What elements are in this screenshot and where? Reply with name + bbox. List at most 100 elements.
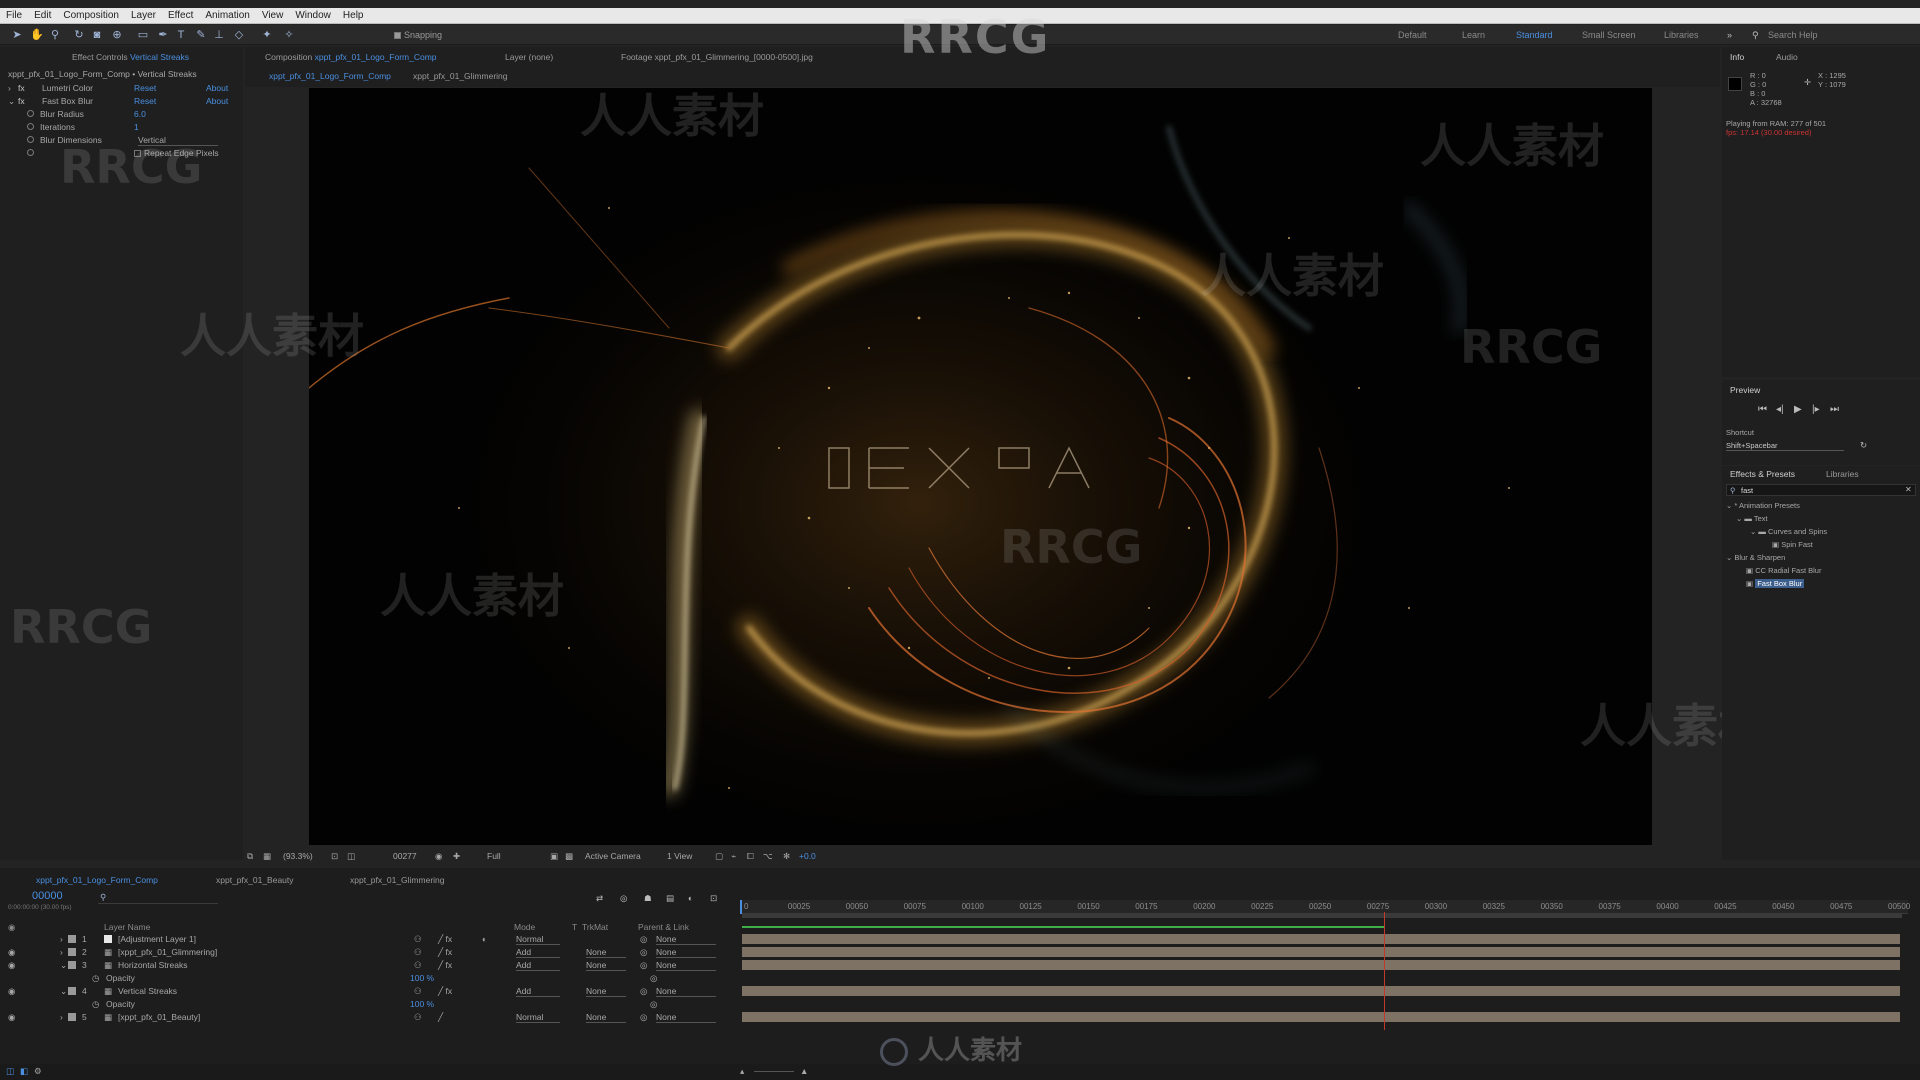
rectangle-tool-icon[interactable]: ▭: [136, 28, 150, 42]
layer-bar-4[interactable]: [742, 986, 1900, 996]
parent-dropdown[interactable]: None: [656, 934, 716, 945]
selection-tool-icon[interactable]: ➤: [10, 28, 24, 42]
menu-help[interactable]: Help: [337, 8, 370, 24]
view-layout-dropdown[interactable]: 1 View: [667, 851, 692, 861]
effects-search-input[interactable]: ⚲ fast ✕: [1726, 484, 1916, 496]
camera-view-dropdown[interactable]: Active Camera: [585, 851, 641, 861]
layer-tab[interactable]: Layer (none): [505, 52, 553, 62]
label-color-swatch[interactable]: [68, 987, 76, 995]
clone-stamp-tool-icon[interactable]: ⊥: [212, 28, 226, 42]
visibility-eye-icon[interactable]: ◉: [8, 947, 15, 958]
always-preview-icon[interactable]: ⧉: [247, 851, 253, 862]
breadcrumb-logo-form-comp[interactable]: xppt_pfx_01_Logo_Form_Comp: [269, 71, 391, 81]
visibility-eye-icon[interactable]: ◉: [8, 986, 15, 997]
eraser-tool-icon[interactable]: ◇: [232, 28, 246, 42]
search-help-input[interactable]: Search Help: [1768, 30, 1818, 40]
mode-dropdown[interactable]: Add: [516, 947, 560, 958]
first-frame-icon[interactable]: ⏮: [1758, 404, 1767, 415]
puppet-tool-icon[interactable]: ✧: [282, 28, 296, 42]
menu-animation[interactable]: Animation: [199, 8, 255, 24]
shy-switch-icon[interactable]: ⚇: [414, 986, 422, 997]
expand-arrow-icon[interactable]: ›: [60, 934, 63, 944]
fx-switch-icon[interactable]: ╱ fx: [438, 960, 452, 971]
menu-view[interactable]: View: [256, 8, 290, 24]
roto-brush-tool-icon[interactable]: ✦: [260, 28, 274, 42]
graph-editor-icon[interactable]: ⊡: [710, 893, 717, 904]
hand-tool-icon[interactable]: ✋: [30, 28, 44, 42]
pick-whip-icon[interactable]: ◎: [640, 960, 647, 971]
motion-blur-icon[interactable]: ◐: [688, 893, 693, 903]
transparency-grid-icon[interactable]: ▩: [565, 851, 573, 862]
loop-icon[interactable]: ↻: [1860, 440, 1867, 451]
workspace-standard[interactable]: Standard: [1516, 30, 1553, 40]
snapshot-icon[interactable]: ◉: [435, 851, 442, 862]
parent-dropdown[interactable]: None: [656, 947, 716, 958]
breadcrumb-glimmering[interactable]: xppt_pfx_01_Glimmering: [413, 71, 508, 81]
play-icon[interactable]: ▶: [1794, 404, 1802, 415]
fx-toggle-icon[interactable]: fx: [18, 96, 25, 106]
mode-dropdown[interactable]: Add: [516, 960, 560, 971]
stopwatch-icon[interactable]: [27, 123, 34, 130]
last-frame-icon[interactable]: ⏭: [1830, 404, 1839, 415]
stopwatch-icon[interactable]: [27, 136, 34, 143]
rotate-tool-icon[interactable]: ↻: [72, 28, 86, 42]
layer-bar-3[interactable]: [742, 960, 1900, 970]
expression-pick-whip-icon[interactable]: ◎: [650, 999, 657, 1010]
work-area-bar[interactable]: [742, 914, 1902, 918]
opacity-value[interactable]: 100 %: [410, 973, 434, 983]
search-icon[interactable]: ⚲: [1752, 30, 1759, 41]
adjustment-switch-icon[interactable]: ◐: [482, 934, 487, 944]
menu-effect[interactable]: Effect: [162, 8, 199, 24]
trkmat-dropdown[interactable]: None: [586, 960, 626, 971]
shy-switch-icon[interactable]: ⚇: [414, 960, 422, 971]
timeline-icon[interactable]: ⧠: [747, 851, 754, 862]
shy-switch-icon[interactable]: ⚇: [414, 1012, 422, 1023]
menu-file[interactable]: File: [0, 8, 28, 24]
fast-previews-icon[interactable]: ⌁: [731, 851, 736, 862]
shy-switch-icon[interactable]: ⚇: [414, 947, 422, 958]
zoom-slider[interactable]: [754, 1071, 794, 1072]
mode-dropdown[interactable]: Normal: [516, 1012, 560, 1023]
layer-name[interactable]: Horizontal Streaks: [118, 960, 187, 970]
clear-search-icon[interactable]: ✕: [1905, 485, 1912, 494]
grid-guides-icon[interactable]: ▦: [263, 851, 271, 862]
shy-layers-icon[interactable]: ☗: [644, 893, 652, 904]
collapse-arrow-icon[interactable]: ⌄: [60, 960, 67, 971]
workspace-learn[interactable]: Learn: [1462, 30, 1485, 40]
type-tool-icon[interactable]: T: [174, 28, 188, 42]
layer-name[interactable]: Vertical Streaks: [118, 986, 177, 996]
trkmat-dropdown[interactable]: None: [586, 947, 626, 958]
effect-controls-tab[interactable]: Effect Controls Vertical Streaks: [72, 52, 189, 62]
expand-arrow-icon[interactable]: ›: [60, 1012, 63, 1022]
expression-pick-whip-icon[interactable]: ◎: [650, 973, 657, 984]
layer-name[interactable]: [Adjustment Layer 1]: [118, 934, 196, 944]
toggle-switches-icon[interactable]: ◫: [6, 1066, 14, 1077]
fx-switch-icon[interactable]: ╱ fx: [438, 934, 452, 945]
quality-switch-icon[interactable]: ╱: [438, 1012, 443, 1023]
zoom-tool-icon[interactable]: ⚲: [48, 28, 62, 42]
reset-link[interactable]: Reset: [134, 83, 156, 93]
trkmat-dropdown[interactable]: None: [586, 986, 626, 997]
previous-frame-icon[interactable]: ◂|: [1776, 404, 1784, 415]
mode-dropdown[interactable]: Normal: [516, 934, 560, 945]
menu-edit[interactable]: Edit: [28, 8, 57, 24]
tree-text[interactable]: ⌄ ▬ Text: [1736, 514, 1768, 523]
zoom-out-icon[interactable]: ▴: [740, 1066, 744, 1077]
tree-cc-radial-fast-blur[interactable]: ▣ CC Radial Fast Blur: [1746, 566, 1821, 575]
libraries-tab[interactable]: Libraries: [1826, 469, 1859, 479]
flowchart-icon[interactable]: ⌥: [763, 851, 773, 862]
resolution-dropdown[interactable]: Full: [487, 851, 501, 861]
parent-dropdown[interactable]: None: [656, 960, 716, 971]
snapping-checkbox[interactable]: Snapping: [394, 30, 442, 40]
toggle-modes-icon[interactable]: ◧: [20, 1066, 28, 1077]
toggle-pixel-aspect-icon[interactable]: ▢: [715, 851, 723, 862]
label-color-swatch[interactable]: [68, 1013, 76, 1021]
layer-row-4[interactable]: ◉ ⌄ 4 ▦ Vertical Streaks ⚇ ╱ fx Add None…: [0, 984, 740, 997]
footage-tab[interactable]: Footage xppt_pfx_01_Glimmering_[0000-050…: [621, 52, 813, 62]
label-color-swatch[interactable]: [68, 935, 76, 943]
current-time-indicator[interactable]: [740, 900, 742, 914]
layer-bar-5[interactable]: [742, 1012, 1900, 1022]
tree-spin-fast[interactable]: ▣ Spin Fast: [1772, 540, 1813, 549]
camera-tool-icon[interactable]: ◙: [90, 28, 104, 42]
pen-tool-icon[interactable]: ✒: [156, 28, 170, 42]
